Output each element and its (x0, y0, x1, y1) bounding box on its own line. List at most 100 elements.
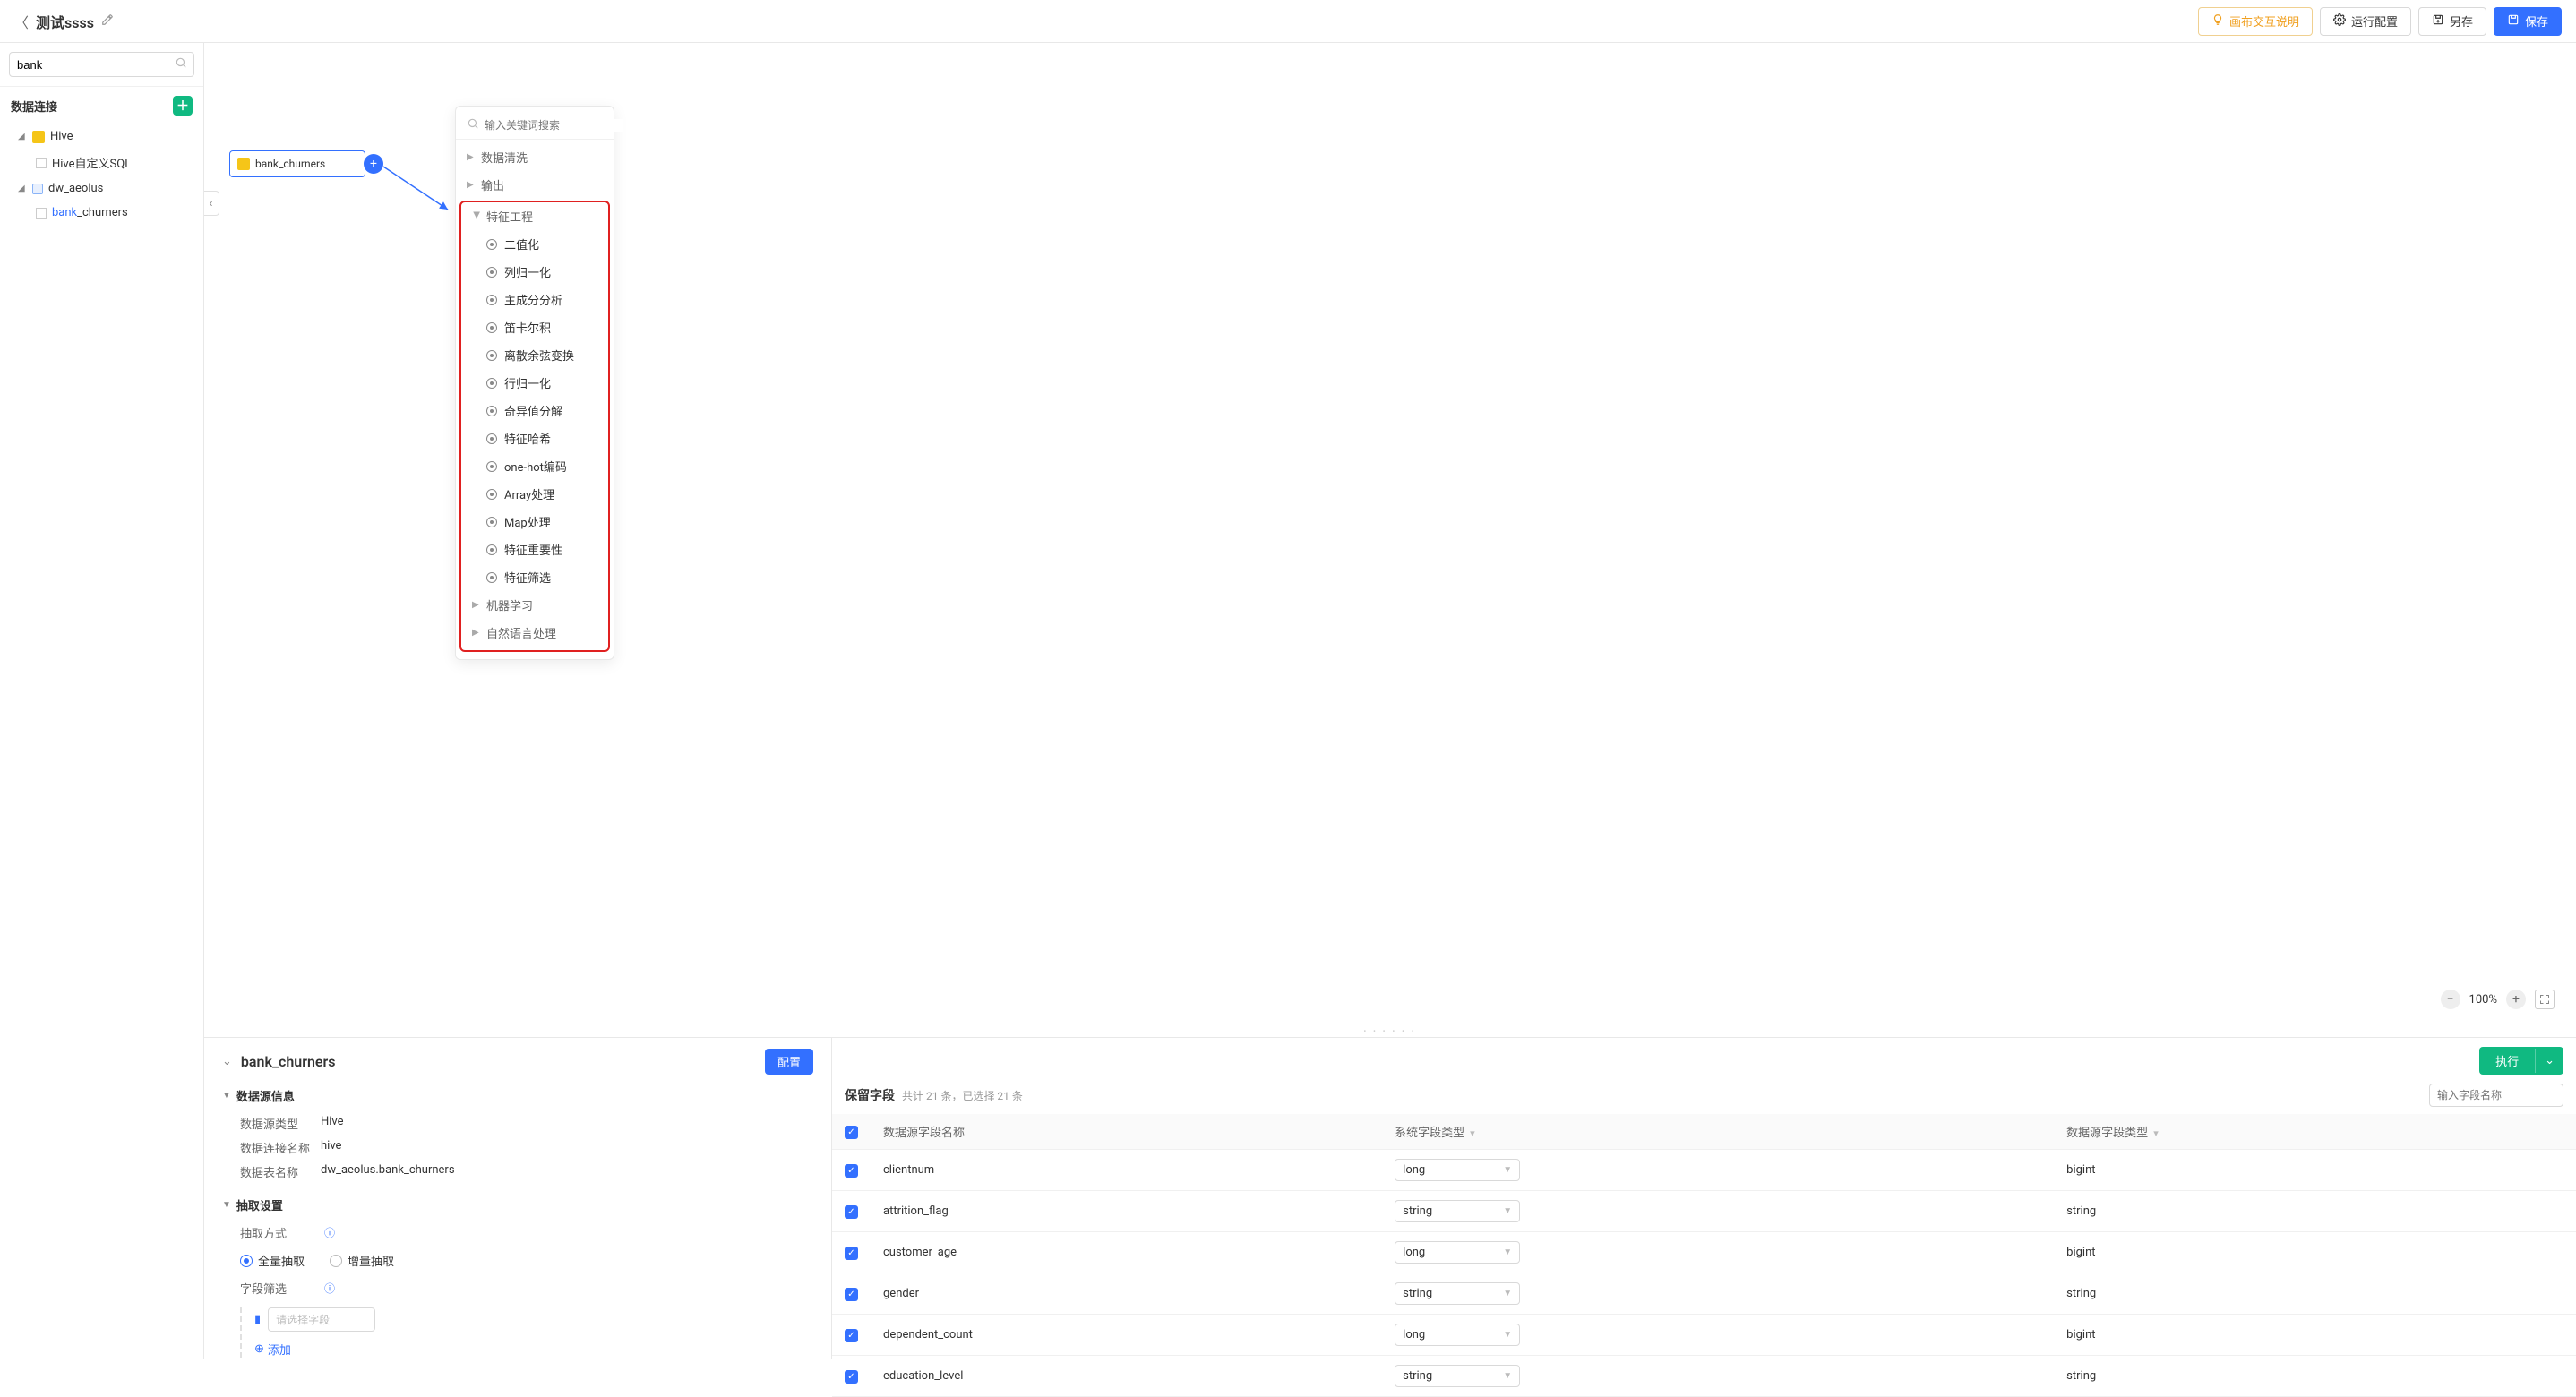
zoom-in-button[interactable]: + (2506, 990, 2526, 1009)
field-name-cell: dependent_count (871, 1315, 1382, 1356)
popover-item[interactable]: Map处理 (461, 508, 608, 536)
canvas[interactable]: ‹ bank_churners + ▶ (204, 43, 2576, 1025)
popover-group-output[interactable]: ▶ 输出 (456, 171, 614, 199)
operator-icon (486, 572, 497, 583)
chevron-right-icon: ▶ (467, 152, 476, 162)
save-button[interactable]: 保存 (2494, 7, 2562, 36)
select-all-checkbox[interactable]: ✓ (845, 1126, 858, 1139)
filter-icon[interactable]: ▾ (1470, 1127, 1475, 1139)
search-icon (175, 56, 187, 73)
tree-node-db[interactable]: ◢ dw_aeolus (7, 176, 196, 201)
tree-table-prefix: bank (52, 206, 77, 219)
popover-item-label: 笛卡尔积 (504, 319, 551, 336)
popover-group-ml-label: 机器学习 (486, 596, 533, 613)
operator-icon (486, 350, 497, 361)
row-checkbox[interactable]: ✓ (845, 1370, 858, 1384)
save-as-label: 另存 (2450, 13, 2473, 30)
sql-icon (36, 158, 47, 168)
chevron-down-icon: ▼ (1503, 1330, 1512, 1340)
popover-item[interactable]: one-hot编码 (461, 452, 608, 480)
row-checkbox[interactable]: ✓ (845, 1288, 858, 1301)
filter-icon[interactable]: ▾ (2153, 1127, 2159, 1139)
systype-select[interactable]: long▼ (1395, 1159, 1520, 1181)
field-name-cell: education_level (871, 1356, 1382, 1397)
sidebar-collapse-handle[interactable]: ‹ (204, 191, 219, 216)
row-checkbox[interactable]: ✓ (845, 1247, 858, 1260)
collapse-detail-icon[interactable]: ⌄ (222, 1055, 232, 1068)
popover-group-feature[interactable]: ▶ 特征工程 (461, 202, 608, 230)
popover-item[interactable]: 特征重要性 (461, 536, 608, 563)
popover-item-label: 主成分分析 (504, 291, 562, 308)
drag-handle-icon[interactable]: ▮ (254, 1313, 261, 1326)
add-datasource-button[interactable]: ＋ (173, 96, 193, 116)
info-icon[interactable]: ⓘ (324, 1225, 335, 1240)
fields-summary: 共计 21 条，已选择 21 条 (902, 1088, 2422, 1103)
config-button[interactable]: 配置 (765, 1049, 813, 1075)
section-datasource-info[interactable]: ▼ 数据源信息 (222, 1087, 813, 1104)
tree-node-hive-sql[interactable]: Hive自定义SQL (7, 149, 196, 176)
ds-type-key: 数据源类型 (240, 1115, 321, 1132)
popover-item[interactable]: 主成分分析 (461, 286, 608, 313)
table-row: ✓dependent_countlong▼bigint (832, 1315, 2576, 1356)
fields-search[interactable] (2429, 1084, 2563, 1107)
section-datasource-label: 数据源信息 (236, 1087, 295, 1104)
sidebar-search[interactable] (9, 52, 194, 77)
popover-group-nlp[interactable]: ▶ 自然语言处理 (461, 619, 608, 647)
canvas-node-label: bank_churners (255, 158, 325, 170)
node-add-button[interactable]: + (364, 154, 383, 174)
caret-down-icon: ◢ (18, 184, 27, 193)
popover-item[interactable]: 列归一化 (461, 258, 608, 286)
table-name-key: 数据表名称 (240, 1163, 321, 1180)
zoom-out-button[interactable]: − (2441, 990, 2460, 1009)
add-filter-button[interactable]: ⊕ 添加 (254, 1341, 813, 1358)
extract-mode-key: 抽取方式 (240, 1224, 321, 1241)
edit-title-icon[interactable] (101, 13, 114, 30)
popover-item[interactable]: 行归一化 (461, 369, 608, 397)
highlighted-feature-group: ▶ 特征工程 二值化列归一化主成分分析笛卡尔积离散余弦变换行归一化奇异值分解特征… (459, 201, 610, 652)
systype-select[interactable]: string▼ (1395, 1282, 1520, 1305)
radio-incr-extract[interactable]: 增量抽取 (330, 1252, 394, 1269)
row-checkbox[interactable]: ✓ (845, 1205, 858, 1219)
popover-item[interactable]: 笛卡尔积 (461, 313, 608, 341)
info-icon[interactable]: ⓘ (324, 1281, 335, 1296)
systype-select[interactable]: long▼ (1395, 1241, 1520, 1264)
popover-item[interactable]: 奇异值分解 (461, 397, 608, 424)
row-checkbox[interactable]: ✓ (845, 1329, 858, 1342)
tree-node-table[interactable]: bank_churners (7, 201, 196, 225)
row-checkbox[interactable]: ✓ (845, 1164, 858, 1178)
chevron-right-icon: ▶ (472, 628, 481, 638)
canvas-help-button[interactable]: 画布交互说明 (2198, 7, 2313, 36)
popover-item[interactable]: 特征筛选 (461, 563, 608, 591)
back-icon[interactable]: 〈 (14, 11, 29, 32)
field-filter-select[interactable]: 请选择字段 (268, 1307, 375, 1332)
popover-search-input[interactable] (485, 119, 623, 132)
popover-item[interactable]: 离散余弦变换 (461, 341, 608, 369)
systype-select[interactable]: long▼ (1395, 1324, 1520, 1346)
zoom-value: 100% (2469, 993, 2497, 1007)
tree-node-hive[interactable]: ◢ Hive (7, 124, 196, 149)
execute-button[interactable]: 执行 ⌄ (2479, 1047, 2563, 1075)
popover-item[interactable]: Array处理 (461, 480, 608, 508)
execute-dropdown-icon[interactable]: ⌄ (2535, 1049, 2563, 1073)
save-as-button[interactable]: 另存 (2418, 7, 2486, 36)
canvas-node-bank-churners[interactable]: bank_churners (229, 150, 365, 177)
systype-select[interactable]: string▼ (1395, 1365, 1520, 1387)
popover-group-ml[interactable]: ▶ 机器学习 (461, 591, 608, 619)
ds-type-value: Hive (321, 1115, 344, 1132)
popover-group-cleaning[interactable]: ▶ 数据清洗 (456, 143, 614, 171)
run-config-button[interactable]: 运行配置 (2320, 7, 2411, 36)
popover-item[interactable]: 二值化 (461, 230, 608, 258)
popover-search[interactable] (456, 112, 614, 140)
systype-select[interactable]: string▼ (1395, 1200, 1520, 1222)
sidebar-search-input[interactable] (17, 58, 175, 72)
table-name-value: dw_aeolus.bank_churners (321, 1163, 455, 1180)
fields-search-input[interactable] (2437, 1089, 2576, 1101)
radio-full-extract[interactable]: 全量抽取 (240, 1252, 305, 1269)
popover-item[interactable]: 特征哈希 (461, 424, 608, 452)
section-extract[interactable]: ▼ 抽取设置 (222, 1196, 813, 1213)
panel-resize-handle[interactable]: • • • • • • (204, 1025, 2576, 1037)
col-systype: 系统字段类型 (1395, 1127, 1464, 1140)
chevron-down-icon: ▼ (1503, 1206, 1512, 1216)
save-label: 保存 (2525, 13, 2548, 30)
zoom-fit-button[interactable] (2535, 990, 2555, 1009)
